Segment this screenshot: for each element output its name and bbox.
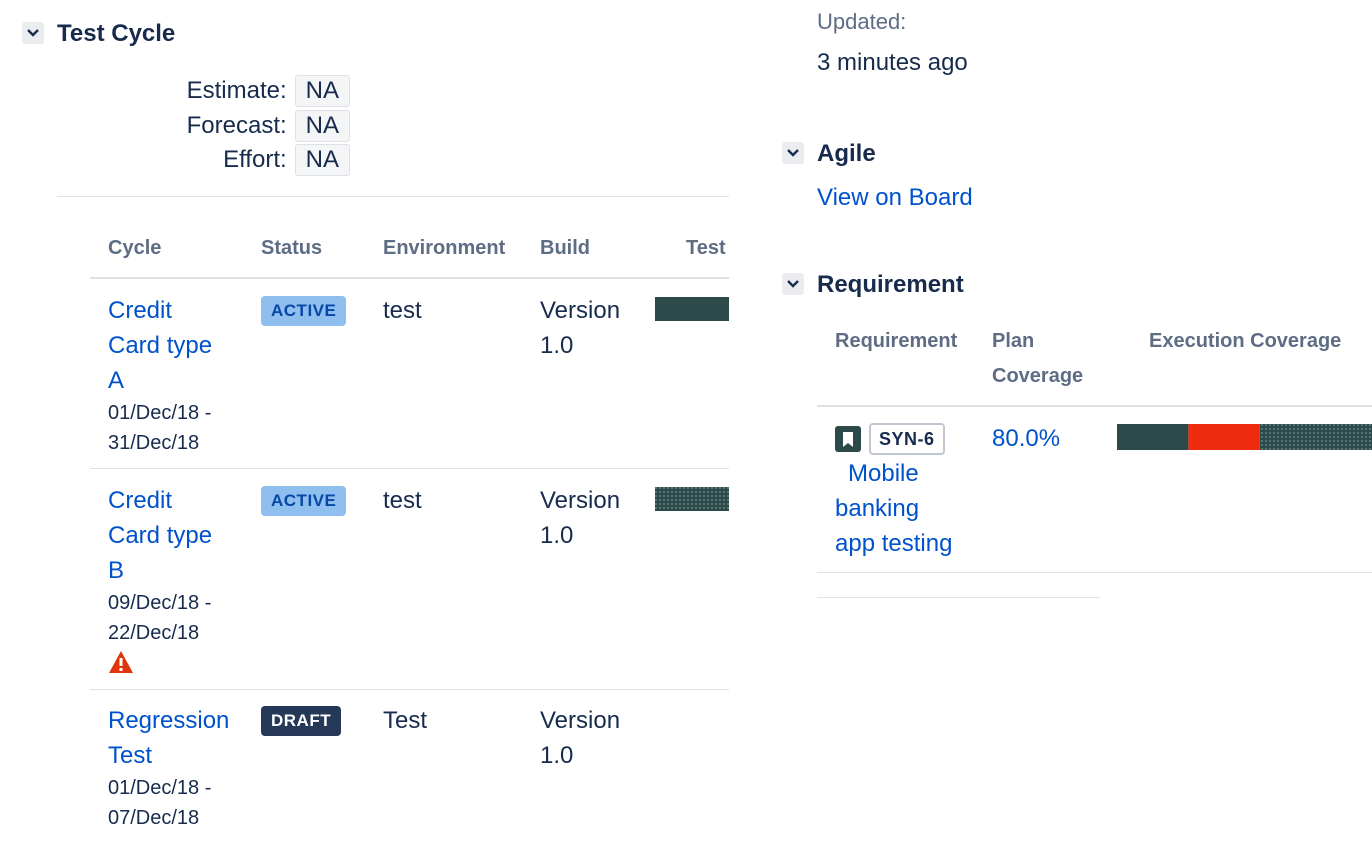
row-divider — [90, 689, 729, 690]
cycle-dates: 01/Dec/18 - 07/Dec/18 — [108, 777, 212, 829]
progress-segment-unexecuted — [655, 487, 729, 511]
status-lozenge: ACTIVE — [261, 296, 347, 326]
column-header-plan-coverage[interactable]: Plan Coverage — [992, 324, 1083, 394]
cycle-name-link[interactable]: Credit Card type A — [108, 293, 212, 398]
test-progress-bar[interactable] — [655, 487, 729, 511]
requirement-collapse-toggle[interactable] — [782, 273, 804, 295]
section-divider — [57, 196, 729, 197]
section-end-divider — [817, 597, 1100, 598]
row-divider — [90, 468, 729, 469]
column-header-environment[interactable]: Environment — [383, 237, 505, 260]
estimate-row: Estimate: NA — [170, 75, 350, 107]
cycle-name-link[interactable]: Regression Test — [108, 703, 229, 773]
agile-title: Agile — [817, 140, 876, 167]
plan-coverage-value[interactable]: 80.0% — [992, 421, 1060, 456]
cycle-dates: 01/Dec/18 - 31/Dec/18 — [108, 402, 212, 454]
column-header-requirement[interactable]: Requirement — [835, 324, 957, 359]
requirement-title: Requirement — [817, 271, 964, 298]
row-divider — [817, 572, 1372, 573]
updated-label: Updated: — [817, 9, 907, 34]
status-lozenge: ACTIVE — [261, 486, 347, 516]
estimate-value: NA — [294, 75, 350, 107]
requirement-title-link[interactable]: Mobile banking app testing — [835, 456, 952, 561]
requirement-key-badge[interactable]: SYN-6 — [869, 423, 945, 455]
test-cycle-title: Test Cycle — [57, 20, 176, 47]
effort-label: Effort: — [223, 146, 287, 173]
updated-value: 3 minutes ago — [817, 49, 968, 76]
warning-icon[interactable] — [108, 650, 134, 674]
chevron-down-icon — [787, 149, 799, 157]
build-cell: Version 1.0 — [540, 297, 621, 359]
cycle-name-link[interactable]: Credit Card type B — [108, 483, 212, 588]
column-header-execution-coverage[interactable]: Execution Coverage — [1149, 324, 1341, 359]
build-cell: Version 1.0 — [540, 707, 621, 769]
status-lozenge: DRAFT — [261, 706, 342, 736]
effort-value: NA — [294, 144, 350, 176]
column-header-cycle[interactable]: Cycle — [108, 237, 161, 260]
forecast-label: Forecast: — [186, 112, 287, 139]
cycle-cell: Credit Card type B 09/Dec/18 - 22/Dec/18 — [108, 483, 212, 674]
estimate-label: Estimate: — [186, 77, 287, 104]
cycle-dates: 09/Dec/18 - 22/Dec/18 — [108, 592, 212, 644]
environment-cell: test — [383, 297, 422, 324]
execution-segment-1[interactable] — [1188, 424, 1260, 450]
build-cell: Version 1.0 — [540, 487, 621, 549]
cycle-cell: Credit Card type A 01/Dec/18 - 31/Dec/18 — [108, 293, 212, 458]
execution-segment-0[interactable] — [1117, 424, 1189, 450]
test-cycle-collapse-toggle[interactable] — [22, 22, 44, 44]
chevron-down-icon — [787, 280, 799, 288]
cycle-cell: Regression Test 01/Dec/18 - 07/Dec/18 — [108, 703, 229, 833]
progress-segment-pass — [655, 297, 729, 321]
column-header-test[interactable]: Test — [686, 237, 726, 260]
column-header-build[interactable]: Build — [540, 237, 590, 260]
execution-segment-2[interactable] — [1259, 424, 1372, 450]
view-on-board-link[interactable]: View on Board — [817, 184, 973, 212]
effort-row: Effort: NA — [170, 144, 350, 176]
forecast-value: NA — [294, 110, 350, 142]
forecast-row: Forecast: NA — [170, 110, 350, 142]
bookmark-icon — [835, 426, 861, 452]
column-header-status[interactable]: Status — [261, 237, 322, 260]
chevron-down-icon — [27, 29, 39, 37]
environment-cell: Test — [383, 707, 428, 734]
agile-collapse-toggle[interactable] — [782, 142, 804, 164]
req-header-divider — [817, 405, 1372, 407]
environment-cell: test — [383, 487, 422, 514]
execution-coverage-bar[interactable] — [1117, 424, 1372, 450]
table-header-divider — [90, 277, 729, 279]
test-progress-bar[interactable] — [655, 297, 729, 321]
